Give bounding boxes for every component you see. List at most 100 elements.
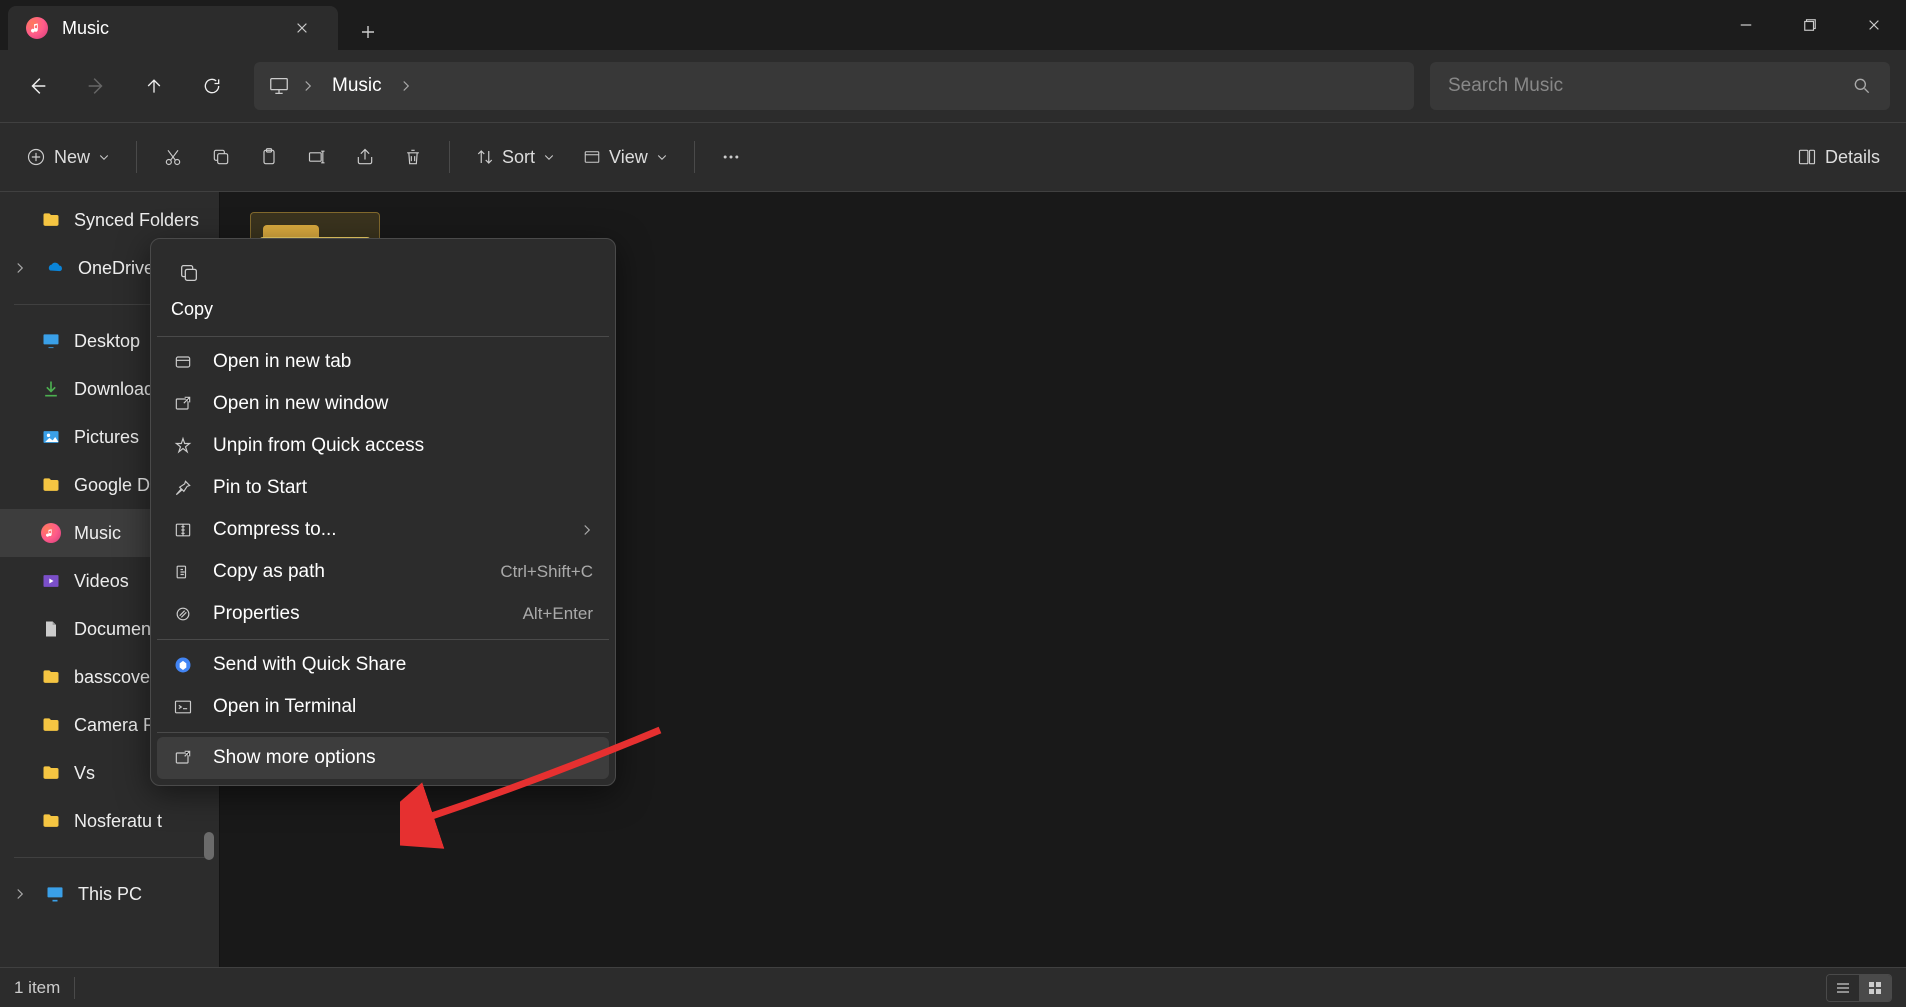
sort-button[interactable]: Sort <box>462 136 569 178</box>
separator <box>136 141 137 173</box>
details-button[interactable]: Details <box>1783 136 1894 178</box>
minimize-button[interactable] <box>1714 0 1778 50</box>
chevron-right-icon[interactable] <box>302 80 314 92</box>
tab-title: Music <box>62 18 109 39</box>
context-separator <box>157 336 609 337</box>
forward-button[interactable] <box>70 62 122 110</box>
context-compress-to[interactable]: Compress to... <box>157 509 609 551</box>
rename-button[interactable] <box>293 136 341 178</box>
close-window-button[interactable] <box>1842 0 1906 50</box>
context-item-label: Unpin from Quick access <box>213 435 424 457</box>
context-shortcut: Alt+Enter <box>523 604 593 624</box>
tab-close-button[interactable] <box>284 10 320 46</box>
folder-icon <box>40 810 62 832</box>
sidebar-item-label: Desktop <box>74 331 140 352</box>
context-shortcut: Ctrl+Shift+C <box>500 562 593 582</box>
quick-share-icon <box>173 655 195 675</box>
copy-button[interactable] <box>197 136 245 178</box>
context-unpin-quick-access[interactable]: Unpin from Quick access <box>157 425 609 467</box>
search-input[interactable] <box>1448 75 1852 97</box>
onedrive-icon <box>44 257 66 279</box>
copy-path-icon <box>173 562 195 582</box>
status-bar: 1 item <box>0 967 1906 1007</box>
context-item-label: Open in new tab <box>213 351 351 373</box>
new-tab-icon <box>173 352 195 372</box>
chevron-right-icon[interactable] <box>400 80 412 92</box>
paste-button[interactable] <box>245 136 293 178</box>
context-open-new-window[interactable]: Open in new window <box>157 383 609 425</box>
context-pin-to-start[interactable]: Pin to Start <box>157 467 609 509</box>
context-open-terminal[interactable]: Open in Terminal <box>157 686 609 728</box>
view-button[interactable]: View <box>569 136 682 178</box>
context-open-new-tab[interactable]: Open in new tab <box>157 341 609 383</box>
sidebar-item-this-pc[interactable]: This PC <box>0 870 219 918</box>
more-button[interactable] <box>707 136 755 178</box>
view-icons-button[interactable] <box>1859 975 1891 1001</box>
folder-icon <box>40 666 62 688</box>
tab-music[interactable]: Music <box>8 6 338 50</box>
sidebar-item-label: Music <box>74 523 121 544</box>
status-item-count: 1 item <box>14 978 60 998</box>
new-button[interactable]: New <box>12 136 124 178</box>
context-item-label: Properties <box>213 603 300 625</box>
folder-icon <box>40 762 62 784</box>
tabs-area: Music <box>0 0 386 50</box>
context-item-label: Show more options <box>213 747 376 769</box>
breadcrumb-music[interactable]: Music <box>326 75 388 97</box>
context-copy-icon-button[interactable] <box>171 255 207 291</box>
search-box[interactable] <box>1430 62 1890 110</box>
context-quick-share[interactable]: Send with Quick Share <box>157 644 609 686</box>
sidebar-item-label: Vs <box>74 763 95 784</box>
view-label: View <box>609 147 648 168</box>
address-bar[interactable]: Music <box>254 62 1414 110</box>
new-window-icon <box>173 394 195 414</box>
context-copy-label[interactable]: Copy <box>171 299 595 320</box>
chevron-down-icon <box>543 151 555 163</box>
context-item-label: Open in new window <box>213 393 388 415</box>
sidebar-item-label: Videos <box>74 571 129 592</box>
context-show-more-options[interactable]: Show more options <box>157 737 609 779</box>
context-separator <box>157 732 609 733</box>
share-button[interactable] <box>341 136 389 178</box>
view-mode-toggle <box>1826 974 1892 1002</box>
context-item-label: Send with Quick Share <box>213 654 406 676</box>
desktop-icon <box>40 330 62 352</box>
sidebar-item-nosferatu[interactable]: Nosferatu t <box>0 797 219 845</box>
pin-icon <box>173 478 195 498</box>
context-separator <box>157 639 609 640</box>
chevron-right-icon[interactable] <box>8 262 32 274</box>
chevron-right-icon <box>581 524 593 536</box>
chevron-right-icon[interactable] <box>8 888 32 900</box>
context-item-label: Compress to... <box>213 519 337 541</box>
sidebar-item-label: Nosferatu t <box>74 811 162 832</box>
sidebar-divider <box>14 857 205 858</box>
terminal-icon <box>173 697 195 717</box>
folder-icon <box>40 714 62 736</box>
folder-icon <box>40 474 62 496</box>
compress-icon <box>173 520 195 540</box>
pictures-icon <box>40 426 62 448</box>
context-item-label: Pin to Start <box>213 477 307 499</box>
sidebar-item-label: Google Dr <box>74 475 156 496</box>
context-menu: Copy Open in new tab Open in new window … <box>150 238 616 786</box>
search-icon[interactable] <box>1852 76 1872 96</box>
view-details-button[interactable] <box>1827 975 1859 1001</box>
context-properties[interactable]: Properties Alt+Enter <box>157 593 609 635</box>
maximize-button[interactable] <box>1778 0 1842 50</box>
sidebar-item-label: Synced Folders <box>74 210 199 231</box>
chevron-down-icon <box>656 151 668 163</box>
up-button[interactable] <box>128 62 180 110</box>
sidebar-item-label: This PC <box>78 884 142 905</box>
back-button[interactable] <box>12 62 64 110</box>
delete-button[interactable] <box>389 136 437 178</box>
separator <box>694 141 695 173</box>
cut-button[interactable] <box>149 136 197 178</box>
toolbar: New Sort View Details <box>0 122 1906 192</box>
sort-label: Sort <box>502 147 535 168</box>
new-tab-button[interactable] <box>350 14 386 50</box>
separator <box>449 141 450 173</box>
sidebar-scrollbar-thumb[interactable] <box>204 832 214 860</box>
context-copy-as-path[interactable]: Copy as path Ctrl+Shift+C <box>157 551 609 593</box>
sidebar-item-synced-folders[interactable]: Synced Folders <box>0 196 219 244</box>
refresh-button[interactable] <box>186 62 238 110</box>
